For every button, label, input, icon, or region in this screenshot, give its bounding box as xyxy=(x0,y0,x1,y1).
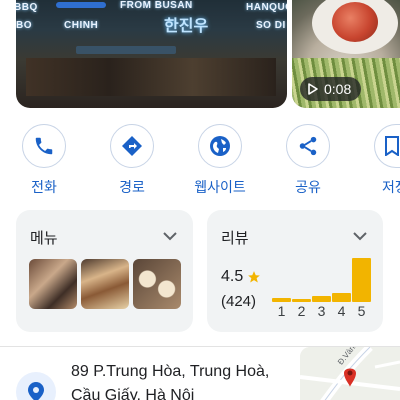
share-circle[interactable] xyxy=(286,124,330,168)
sign-text-left: BBQ xyxy=(16,2,38,13)
menu-title: 메뉴 xyxy=(30,230,58,247)
save-circle[interactable] xyxy=(374,124,400,168)
shop-front xyxy=(26,58,276,96)
storefront-photo[interactable]: BBQ BO CHINH FROM BUSAN 한진우 HANQUOC SO D… xyxy=(16,0,287,108)
menu-card[interactable]: 메뉴 xyxy=(16,210,193,332)
sign-text-right2: SO DI xyxy=(256,20,286,31)
kimchi xyxy=(332,2,378,42)
rating-bar-label-3: 3 xyxy=(317,303,326,319)
sign-text-left3: CHINH xyxy=(64,20,99,31)
rating-number: 4.5 xyxy=(221,268,244,285)
reviews-title: 리뷰 xyxy=(221,230,249,247)
chevron-down-icon[interactable] xyxy=(163,232,177,241)
phone-icon xyxy=(35,137,53,155)
call-label: 전화 xyxy=(31,179,57,195)
rating-bar-label-4: 4 xyxy=(337,303,346,319)
globe-icon xyxy=(210,136,230,156)
share-icon xyxy=(299,136,317,156)
menu-photo-3[interactable] xyxy=(133,259,181,309)
directions-button[interactable]: 경로 xyxy=(102,124,162,197)
video-duration-badge[interactable]: 0:08 xyxy=(300,77,362,101)
rating-bar-label-1: 1 xyxy=(277,303,286,319)
bookmark-icon xyxy=(385,136,399,156)
rating-value: 4.5 xyxy=(221,268,261,286)
rating-bar-5 xyxy=(352,258,371,302)
address-line-2: Cầu Giấy, Hà Nội xyxy=(71,387,195,400)
reviews-card[interactable]: 리뷰 4.5 (424) 12345 xyxy=(207,210,383,332)
star-icon xyxy=(248,271,261,283)
rating-bar-4 xyxy=(332,293,351,302)
share-button[interactable]: 공유 xyxy=(278,124,338,197)
website-button[interactable]: 웹사이트 xyxy=(190,124,250,197)
chevron-down-icon[interactable] xyxy=(353,232,367,241)
website-label: 웹사이트 xyxy=(194,179,246,195)
directions-icon xyxy=(122,136,142,156)
save-label: 저장 xyxy=(382,179,400,195)
sign-text-right: HANQUOC xyxy=(246,2,287,13)
rating-bar-3 xyxy=(312,296,331,302)
sign-korean-text: 한진우 xyxy=(164,18,209,35)
play-icon xyxy=(308,83,318,95)
rating-bar-label-2: 2 xyxy=(297,303,306,319)
mini-map[interactable]: Đ.Vành Đai xyxy=(300,347,400,400)
action-bar: 전화 경로 웹사이트 공유 저 xyxy=(0,124,400,196)
sign-text-left2: BO xyxy=(16,20,32,31)
save-button[interactable]: 저장 xyxy=(366,124,400,197)
video-duration: 0:08 xyxy=(324,81,352,97)
sign-text-center: FROM BUSAN xyxy=(120,0,193,11)
call-circle[interactable] xyxy=(22,124,66,168)
address-line-1: 89 P.Trung Hòa, Trung Hoà, xyxy=(71,363,270,380)
rating-bar-2 xyxy=(292,299,311,302)
menu-photo-2[interactable] xyxy=(81,259,129,309)
rating-bar-label-5: 5 xyxy=(357,303,366,319)
location-pin-icon xyxy=(28,382,44,400)
rating-bar-1 xyxy=(272,298,291,302)
address-text[interactable]: 89 P.Trung Hòa, Trung Hoà, Cầu Giấy, Hà … xyxy=(71,360,269,400)
photo-strip[interactable]: BBQ BO CHINH FROM BUSAN 한진우 HANQUOC SO D… xyxy=(0,0,400,110)
sign-decoration xyxy=(56,2,106,8)
share-label: 공유 xyxy=(295,179,321,195)
shop-awning xyxy=(76,46,176,54)
menu-photo-1[interactable] xyxy=(29,259,77,309)
call-button[interactable]: 전화 xyxy=(14,124,74,197)
directions-circle[interactable] xyxy=(110,124,154,168)
website-circle[interactable] xyxy=(198,124,242,168)
directions-label: 경로 xyxy=(119,179,145,195)
location-pin-badge xyxy=(16,372,56,400)
review-count: (424) xyxy=(221,293,257,310)
